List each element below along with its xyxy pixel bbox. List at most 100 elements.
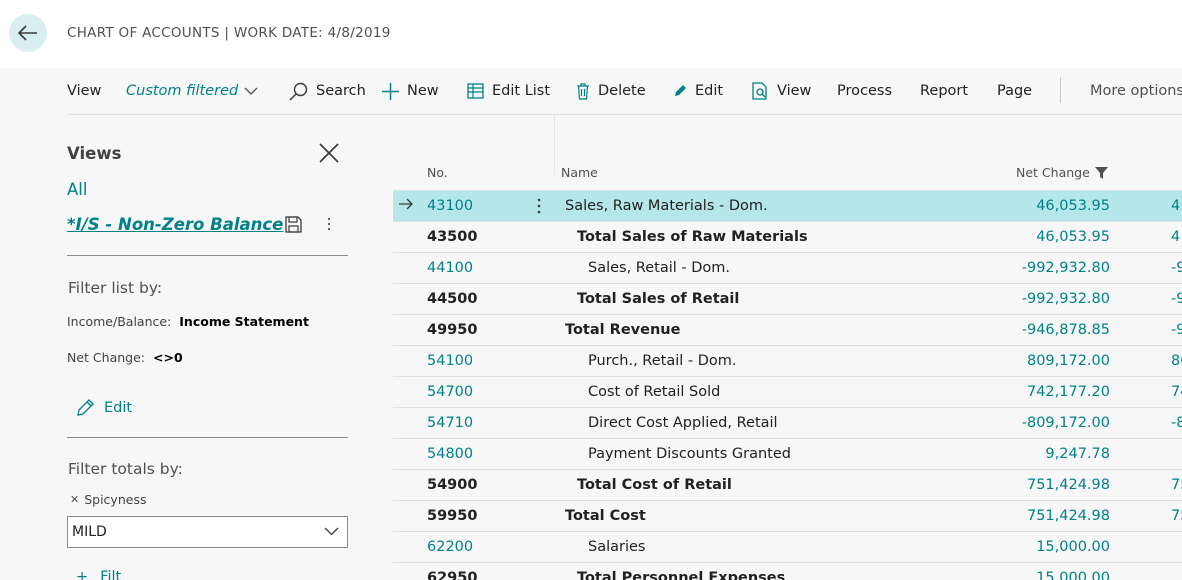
balance-value[interactable]: -80 — [1171, 415, 1182, 431]
account-name: Salaries — [588, 539, 646, 555]
totals-field-select[interactable]: MILD — [67, 516, 348, 548]
account-no-link[interactable]: 44100 — [427, 260, 473, 276]
account-name: Total Sales of Retail — [577, 291, 740, 307]
table-row[interactable]: 44500 Total Sales of Retail -992,932.80 -99 — [393, 284, 1182, 315]
current-view-link[interactable]: *I/S - Non-Zero Balance — [67, 215, 283, 234]
table-row[interactable]: 54100 Purch., Retail - Dom. 809,172.00 80 — [393, 346, 1182, 377]
page-title: CHART OF ACCOUNTS | WORK DATE: 4/8/2019 — [67, 25, 391, 41]
edit-list-button[interactable]: Edit List — [467, 68, 550, 114]
view-button[interactable]: View — [752, 68, 811, 114]
close-icon — [319, 143, 339, 163]
filter-value[interactable]: <>0 — [153, 350, 183, 365]
plus-icon: + — [76, 569, 89, 580]
account-no-link[interactable]: 59950 — [427, 508, 477, 524]
edit-list-icon — [467, 83, 484, 99]
remove-filter-icon[interactable]: ✕ — [70, 493, 79, 506]
plus-icon — [382, 82, 399, 100]
filter-list-by-heading: Filter list by: — [68, 279, 163, 297]
action-bar: View Custom filtered Search New Edit Lis… — [0, 68, 1182, 114]
edit-button[interactable]: Edit — [673, 68, 723, 114]
net-change-value[interactable]: 15,000.00 — [1036, 539, 1110, 555]
table-row[interactable]: 54700 Cost of Retail Sold 742,177.20 74 — [393, 377, 1182, 408]
table-row[interactable]: 54710 Direct Cost Applied, Retail -809,172… — [393, 408, 1182, 439]
pane-separator — [67, 255, 348, 256]
balance-value[interactable]: -99 — [1171, 291, 1182, 307]
table-row[interactable]: 62200 Salaries 15,000.00 — [393, 532, 1182, 563]
delete-button[interactable]: Delete — [576, 68, 646, 114]
totals-field-name: Spicyness — [84, 492, 147, 507]
account-no-link[interactable]: 43100 — [427, 198, 473, 214]
column-header-no[interactable]: No. — [427, 165, 448, 180]
balance-value[interactable]: 4 — [1171, 229, 1180, 245]
back-button[interactable] — [9, 14, 47, 52]
pencil-icon — [675, 85, 686, 96]
account-no-link[interactable]: 49950 — [427, 322, 477, 338]
net-change-value[interactable]: 46,053.95 — [1036, 198, 1110, 214]
account-no-link[interactable]: 44500 — [427, 291, 477, 307]
net-change-value[interactable]: 751,424.98 — [1027, 508, 1110, 524]
balance-value[interactable]: 4 — [1171, 198, 1180, 214]
account-no-link[interactable]: 54800 — [427, 446, 473, 462]
table-row[interactable]: 62950 Total Personnel Expenses 15,000.00 — [393, 563, 1182, 580]
page-menu[interactable]: Page — [997, 68, 1032, 114]
net-change-value[interactable]: 742,177.20 — [1027, 384, 1110, 400]
balance-value[interactable]: -99 — [1171, 260, 1182, 276]
table-row[interactable]: 43100 Sales, Raw Materials - Dom. 46,053.9… — [393, 191, 1182, 222]
chevron-down-icon — [324, 527, 339, 536]
table-row[interactable]: 43500 Total Sales of Raw Materials 46,053.… — [393, 222, 1182, 253]
account-no-link[interactable]: 54700 — [427, 384, 473, 400]
new-button[interactable]: New — [382, 68, 439, 114]
report-menu[interactable]: Report — [920, 68, 968, 114]
net-change-value[interactable]: -809,172.00 — [1022, 415, 1110, 431]
table-row[interactable]: 44100 Sales, Retail - Dom. -992,932.80 -99 — [393, 253, 1182, 284]
balance-value[interactable]: 80 — [1171, 353, 1182, 369]
column-header-net-change[interactable]: Net Change — [1016, 165, 1108, 180]
net-change-value[interactable]: -992,932.80 — [1022, 291, 1110, 307]
account-no-link[interactable]: 62950 — [427, 570, 477, 580]
add-filter-link[interactable]: + Filt — [76, 569, 121, 580]
account-no-link[interactable]: 54100 — [427, 353, 473, 369]
arrow-left-icon — [18, 25, 37, 41]
account-no-link[interactable]: 43500 — [427, 229, 477, 245]
delete-label: Delete — [598, 83, 646, 99]
column-header-name[interactable]: Name — [561, 165, 598, 180]
balance-value[interactable]: -94 — [1171, 322, 1182, 338]
account-no-link[interactable]: 54710 — [427, 415, 473, 431]
edit-filters-link[interactable]: Edit — [76, 399, 132, 417]
net-change-value[interactable]: -946,878.85 — [1022, 322, 1110, 338]
close-pane-button[interactable] — [318, 142, 342, 166]
filter-value[interactable]: Income Statement — [179, 314, 309, 329]
net-change-value[interactable]: 46,053.95 — [1036, 229, 1110, 245]
view-options-button[interactable] — [326, 216, 332, 236]
table-row[interactable]: 54900 Total Cost of Retail 751,424.98 75 — [393, 470, 1182, 501]
custom-filtered-dropdown[interactable]: Custom filtered — [126, 68, 258, 114]
balance-value[interactable]: 75 — [1171, 477, 1182, 493]
column-header-net-change-label: Net Change — [1016, 165, 1090, 180]
filter-income-balance[interactable]: Income/Balance: Income Statement — [67, 314, 309, 329]
edit-filters-label: Edit — [104, 400, 133, 416]
search-button[interactable]: Search — [289, 68, 366, 114]
net-change-value[interactable]: 751,424.98 — [1027, 477, 1110, 493]
net-change-value[interactable]: 9,247.78 — [1045, 446, 1110, 462]
net-change-value[interactable]: 809,172.00 — [1027, 353, 1110, 369]
view-menu-label: View — [67, 83, 102, 99]
account-name: Total Revenue — [565, 322, 681, 338]
search-icon — [289, 82, 308, 101]
row-actions-button[interactable] — [536, 197, 542, 219]
account-name: Cost of Retail Sold — [588, 384, 721, 400]
balance-value[interactable]: 75 — [1171, 508, 1182, 524]
process-menu[interactable]: Process — [837, 68, 892, 114]
view-all-link[interactable]: All — [67, 180, 87, 199]
net-change-value[interactable]: 15,000.00 — [1036, 570, 1110, 580]
save-view-button[interactable] — [285, 216, 302, 237]
view-menu-button[interactable]: View — [67, 68, 101, 114]
more-options-button[interactable]: More options — [1090, 68, 1182, 114]
account-no-link[interactable]: 54900 — [427, 477, 477, 493]
table-row[interactable]: 49950 Total Revenue -946,878.85 -94 — [393, 315, 1182, 346]
filter-net-change[interactable]: Net Change: <>0 — [67, 350, 183, 365]
table-row[interactable]: 54800 Payment Discounts Granted 9,247.78 — [393, 439, 1182, 470]
balance-value[interactable]: 74 — [1171, 384, 1182, 400]
net-change-value[interactable]: -992,932.80 — [1022, 260, 1110, 276]
account-no-link[interactable]: 62200 — [427, 539, 473, 555]
table-row[interactable]: 59950 Total Cost 751,424.98 75 — [393, 501, 1182, 532]
